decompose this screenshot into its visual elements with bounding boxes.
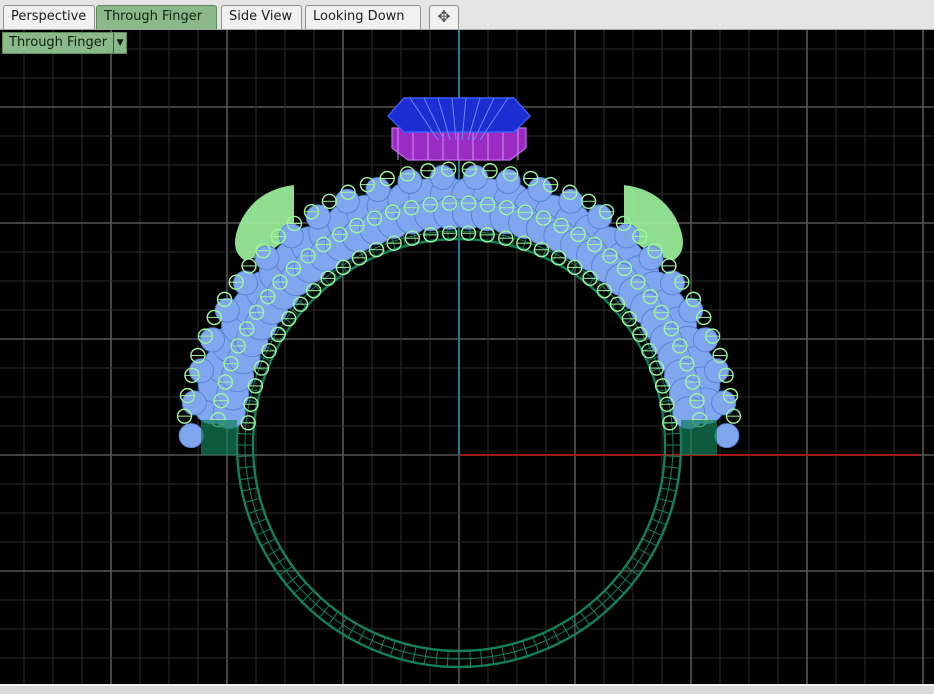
status-bar: [0, 684, 934, 694]
shank-segment: [237, 455, 254, 458]
shank-segment: [646, 528, 663, 536]
pave-stone: [704, 358, 730, 384]
stone-setting: [391, 127, 527, 161]
pave-stone: [714, 423, 740, 449]
viewport-title: Through Finger: [9, 35, 108, 50]
shank-segment: [286, 574, 300, 586]
viewport-title-menu[interactable]: Through Finger ▼: [2, 32, 128, 54]
plus-icon: ✥: [437, 7, 451, 26]
shank-segment: [255, 528, 272, 536]
pave-stone: [200, 327, 226, 353]
shank-segment: [237, 432, 254, 435]
tab-side-view[interactable]: Side View: [221, 5, 302, 29]
triangle-down-icon[interactable]: ▼: [113, 33, 126, 53]
pave-stone: [178, 423, 204, 449]
band-end: [201, 420, 237, 455]
pave-stone: [527, 177, 553, 203]
pave-stone: [692, 327, 718, 353]
shank-segment: [357, 628, 366, 644]
viewport-tab-bar: Perspective Through Finger Side View Loo…: [0, 0, 934, 30]
center-stone: [387, 97, 531, 161]
pave-stone: [638, 245, 664, 271]
shank-segment: [318, 604, 330, 618]
shank-segment: [446, 650, 449, 667]
tab-looking-down[interactable]: Looking Down: [305, 5, 421, 29]
pave-stone: [397, 169, 423, 195]
pave-stone: [678, 297, 704, 323]
shank-segment: [532, 637, 540, 653]
band-end: [681, 420, 717, 455]
add-tab-button[interactable]: ✥: [429, 5, 459, 29]
shank-segment: [469, 650, 472, 667]
tab-through-finger[interactable]: Through Finger: [96, 5, 217, 29]
shank-segment: [328, 611, 339, 625]
shank-segment: [251, 518, 267, 526]
shank-segment: [651, 518, 667, 526]
pave-stone: [214, 297, 240, 323]
shank-segment: [664, 432, 681, 435]
pave-stone: [365, 177, 391, 203]
shank-segment: [389, 640, 396, 657]
pave-stone: [188, 358, 214, 384]
shank-segment: [631, 556, 646, 567]
viewport-canvas[interactable]: [0, 30, 934, 684]
shank-segment: [272, 556, 287, 567]
shank-segment: [588, 604, 600, 618]
shank-segment: [522, 640, 529, 657]
shank-segment: [561, 623, 571, 638]
shank-segment: [266, 547, 281, 557]
shank-segment: [347, 623, 357, 638]
shank-segment: [378, 637, 386, 653]
shank-segment: [293, 582, 307, 594]
pave-stone: [495, 169, 521, 195]
pave-stone: [254, 245, 280, 271]
tab-perspective[interactable]: Perspective: [3, 5, 95, 29]
center-gem: [387, 97, 531, 133]
viewport-through-finger[interactable]: Through Finger ▼: [0, 30, 934, 684]
shank-segment: [637, 547, 652, 557]
shank-segment: [579, 611, 590, 625]
shank-segment: [618, 574, 632, 586]
shank-segment: [552, 628, 561, 644]
shank-segment: [611, 582, 625, 594]
